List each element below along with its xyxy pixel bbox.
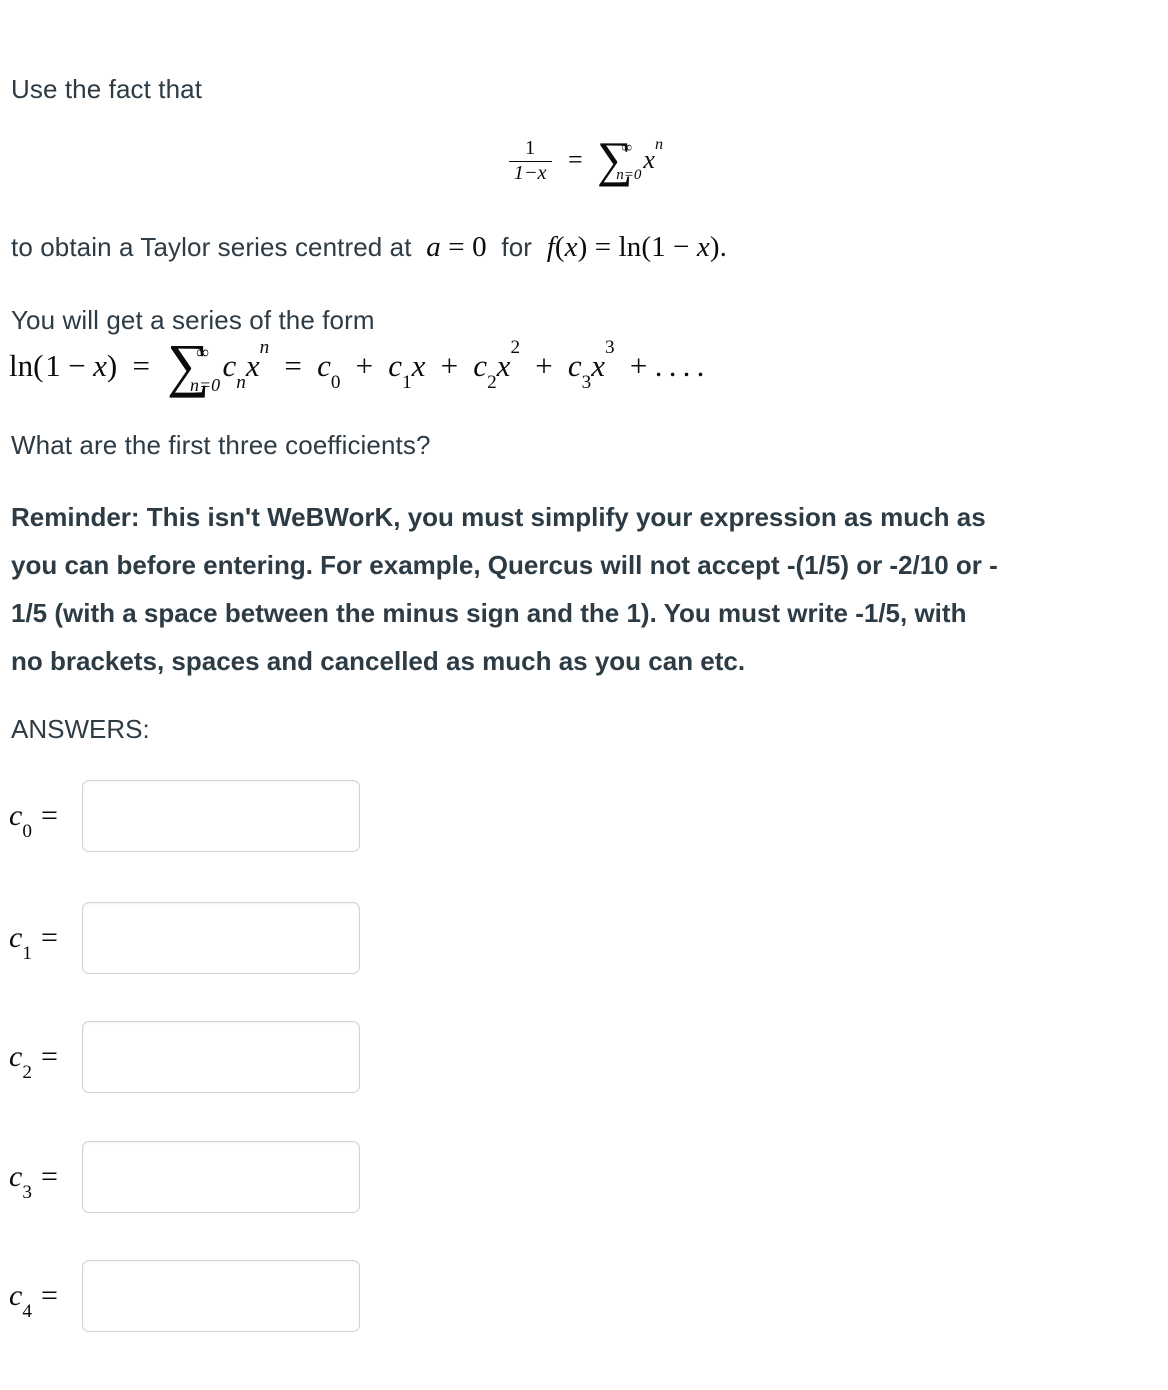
fraction-one-over-one-minus-x: 1 1−x bbox=[508, 137, 552, 185]
sum-lower-limit: n=0 bbox=[616, 167, 642, 184]
answer-row-c1: c1 = bbox=[0, 901, 560, 975]
display-equation-math: 1 1−x = ∑ ∞ n=0 xn bbox=[505, 135, 663, 185]
answer-label-c4: c4 = bbox=[9, 1279, 58, 1322]
answer-label-c0: c0 = bbox=[9, 799, 58, 842]
reminder-line-3: 1/5 (with a space between the minus sign… bbox=[11, 598, 967, 628]
series-equation-math: ln(1− x) = ∑ ∞ n=0 cnxn = c0 + c1x + c2x2… bbox=[9, 332, 705, 399]
answer-label-c1: c1 = bbox=[9, 921, 58, 964]
sum-upper-limit: ∞ bbox=[621, 139, 633, 156]
answer-row-c0: c0 = bbox=[0, 779, 560, 853]
answer-row-c2: c2 = bbox=[0, 1020, 560, 1094]
answers-heading: ANSWERS: bbox=[11, 714, 150, 744]
question-text: What are the first three coefficients? bbox=[11, 430, 431, 460]
coefficient-c-n: c bbox=[222, 348, 237, 383]
question-page: Use the fact that 1 1−x = ∑ ∞ n=0 xn to … bbox=[0, 0, 1168, 1390]
answer-label-c2: c2 = bbox=[9, 1040, 58, 1083]
summand-base: x bbox=[643, 145, 655, 175]
summand-exponent: n bbox=[654, 135, 664, 153]
series-sum-upper-limit: ∞ bbox=[196, 341, 209, 362]
answer-input-c3[interactable] bbox=[82, 1141, 360, 1213]
equals-sign: = bbox=[567, 145, 583, 175]
answer-input-c2[interactable] bbox=[82, 1021, 360, 1093]
answer-row-c3: c3 = bbox=[0, 1140, 560, 1214]
answer-row-c4: c4 = bbox=[0, 1259, 560, 1333]
math-f-of-x: f(x) = ln(1 − x). bbox=[546, 231, 727, 263]
fraction-denominator: 1−x bbox=[508, 160, 552, 185]
reminder-line-2: you can before entering. For example, Qu… bbox=[11, 550, 998, 580]
answer-label-c3: c3 = bbox=[9, 1160, 58, 1203]
answer-input-c1[interactable] bbox=[82, 902, 360, 974]
taylor-series-line: to obtain a Taylor series centred at a =… bbox=[11, 228, 727, 266]
reminder-line-4: no brackets, spaces and cancelled as muc… bbox=[11, 646, 746, 676]
taylor-line-middle: for bbox=[501, 232, 533, 262]
answer-input-c0[interactable] bbox=[82, 780, 360, 852]
display-equation: 1 1−x = ∑ ∞ n=0 xn bbox=[0, 135, 1168, 185]
summation-symbol: ∑ ∞ n=0 bbox=[597, 135, 642, 185]
intro-text: Use the fact that bbox=[11, 74, 203, 104]
fraction-numerator: 1 bbox=[525, 137, 536, 159]
series-sum-lower-limit: n=0 bbox=[189, 374, 221, 395]
taylor-line-prefix: to obtain a Taylor series centred at bbox=[11, 232, 412, 262]
math-a-equals-zero: a = 0 bbox=[426, 231, 487, 263]
series-equation: ln(1− x) = ∑ ∞ n=0 cnxn = c0 + c1x + c2x2… bbox=[9, 332, 705, 399]
reminder-line-1: Reminder: This isn't WeBWorK, you must s… bbox=[11, 502, 986, 532]
answer-input-c4[interactable] bbox=[82, 1260, 360, 1332]
series-summation-symbol: ∑ ∞ n=0 bbox=[167, 336, 220, 395]
